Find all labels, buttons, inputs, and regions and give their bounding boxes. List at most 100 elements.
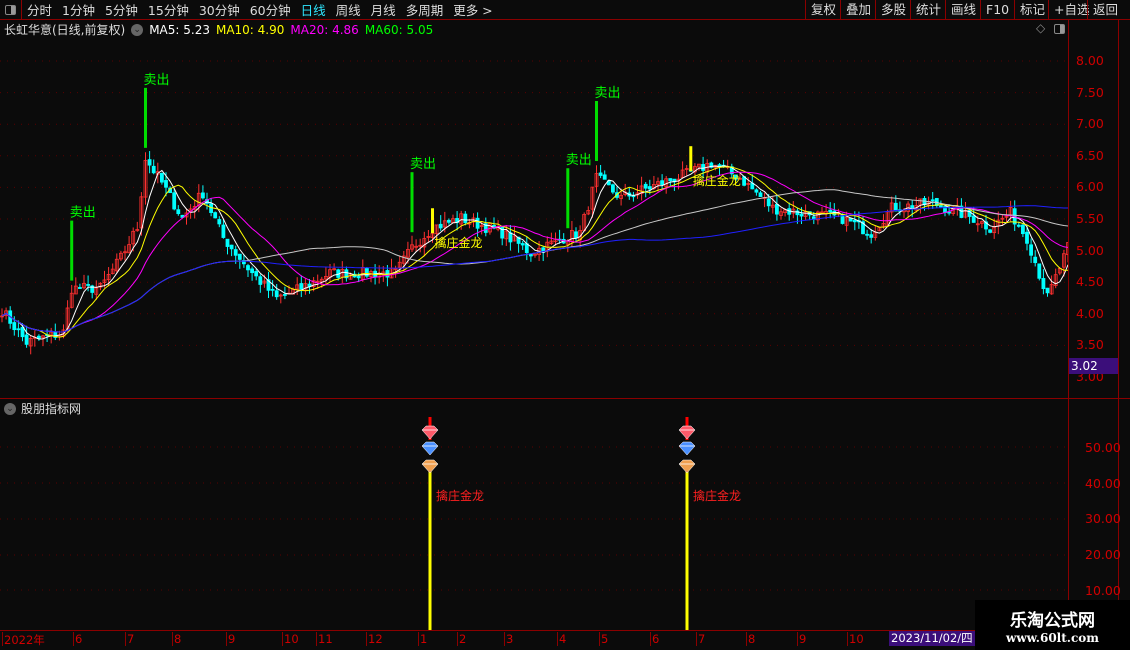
buy-signal-bar	[431, 208, 434, 234]
toolbar-button[interactable]: 叠加	[840, 0, 876, 20]
candle-body	[869, 234, 874, 238]
candle-body	[1041, 278, 1046, 290]
time-axis-label: 2022年	[2, 632, 45, 647]
candle-body	[828, 209, 833, 213]
candle-body	[758, 192, 763, 197]
period-tab[interactable]: 日线	[296, 0, 331, 19]
candle-body	[20, 326, 25, 338]
panel-toggle-button[interactable]	[0, 0, 22, 20]
candle-body	[151, 165, 156, 174]
toolbar-button[interactable]: F10	[980, 0, 1014, 20]
candle-body	[910, 205, 915, 209]
indicator-axis-label: 10.00	[1085, 582, 1121, 598]
period-tab[interactable]: 5分钟	[100, 0, 143, 19]
period-tab[interactable]: 60分钟	[245, 0, 296, 19]
price-axis-label: 8.00	[1076, 53, 1104, 68]
candle-body	[164, 180, 168, 188]
ma10-value: MA10: 4.90	[215, 22, 285, 37]
indicator-title: ⌄ 股朋指标网	[4, 400, 81, 417]
ma5-line	[1, 165, 1068, 340]
period-tab[interactable]: 周线	[331, 0, 366, 19]
time-axis-label: 9	[797, 632, 807, 646]
candle-body	[270, 288, 275, 291]
candle-body	[282, 294, 287, 296]
ma10-line	[1, 166, 1068, 338]
sell-signal-bar	[566, 168, 570, 229]
time-axis-label: 10	[847, 632, 864, 646]
candle-body	[176, 209, 181, 215]
time-axis-label: 2	[457, 632, 467, 646]
axis-divider	[1068, 20, 1069, 630]
candle-body	[246, 265, 250, 271]
diamond-icon	[678, 425, 696, 440]
toolbar-button[interactable]: 返回	[1087, 0, 1123, 20]
sell-signal-bar	[144, 87, 147, 148]
period-tab[interactable]: 1分钟	[57, 0, 100, 19]
candle-body	[660, 180, 664, 186]
time-axis-label: 5	[599, 632, 609, 646]
candle-body	[475, 217, 480, 229]
candle-body	[611, 184, 615, 193]
price-axis-label: 5.50	[1076, 211, 1104, 226]
candle-body	[200, 192, 205, 199]
period-tab[interactable]: 30分钟	[194, 0, 245, 19]
period-tab[interactable]: 更多 >	[448, 0, 497, 19]
period-tab[interactable]: 15分钟	[143, 0, 194, 19]
time-axis-label: 9	[226, 632, 236, 646]
toolbar-button[interactable]: 复权	[805, 0, 841, 20]
sell-signal-label: 卖出	[144, 73, 170, 88]
toolbar-button[interactable]: 统计	[910, 0, 946, 20]
diamond-icon	[678, 441, 696, 456]
ma120-line	[1, 205, 1068, 333]
candle-body	[237, 253, 242, 260]
watermark: 乐淘公式网 www.60lt.com	[975, 600, 1130, 650]
price-axis-label: 5.00	[1076, 242, 1104, 258]
cursor-date: 2023/11/02/四	[889, 631, 975, 646]
candle-body	[643, 183, 648, 189]
time-axis-label: 11	[316, 632, 333, 646]
dropdown-icon[interactable]: ⌄	[131, 23, 144, 36]
candle-body	[947, 211, 951, 214]
candle-body	[893, 202, 898, 212]
time-axis-label: 6	[650, 632, 660, 646]
period-tab[interactable]: 月线	[366, 0, 401, 19]
toolbar-button[interactable]: 画线	[945, 0, 981, 20]
candle-body	[508, 232, 513, 243]
candle-body	[766, 198, 771, 207]
toolbar-button[interactable]: 标记	[1014, 0, 1050, 20]
candle-body	[852, 219, 857, 223]
candle-body	[233, 249, 238, 256]
candle-body	[463, 213, 468, 223]
dropdown-icon[interactable]: ⌄	[4, 402, 16, 415]
candle-body	[1033, 256, 1038, 264]
toolbar-button[interactable]: 多股	[875, 0, 911, 20]
period-tab[interactable]: 多周期	[401, 0, 449, 19]
candle-body	[1021, 224, 1025, 235]
indicator-signal-label: 擒庄金龙	[693, 488, 741, 503]
candle-body	[16, 328, 21, 331]
candle-body	[754, 189, 759, 193]
indicator-axis-label: 50.00	[1085, 440, 1121, 455]
candle-body	[217, 219, 222, 225]
watermark-url: www.60lt.com	[1006, 631, 1099, 645]
time-axis-label: 8	[746, 632, 756, 646]
candle-body	[446, 219, 451, 223]
kline-chart[interactable]: 卖出卖出卖出 卖出卖出擒庄金龙擒庄金龙擒庄金龙擒庄金龙	[0, 38, 1068, 630]
candle-body	[250, 268, 255, 274]
diamond-icon[interactable]: ◇	[1036, 21, 1045, 35]
sell-signal-label: 卖出	[566, 153, 592, 168]
candle-body	[274, 290, 279, 298]
candle-body	[1016, 224, 1021, 227]
diamond-icon	[421, 459, 439, 474]
period-tab[interactable]: 分时	[22, 0, 57, 19]
panel-toggle-icon[interactable]	[1054, 24, 1065, 34]
side-panel-strip[interactable]	[1119, 20, 1130, 630]
candle-body	[12, 322, 17, 331]
candle-body	[971, 215, 976, 223]
candle-body	[1025, 231, 1029, 244]
candle-body	[1029, 244, 1033, 256]
sell-signal-bar	[70, 220, 74, 281]
candle-body	[258, 276, 263, 285]
candle-body	[221, 224, 226, 238]
ma5-value: MA5: 5.23	[149, 22, 210, 37]
